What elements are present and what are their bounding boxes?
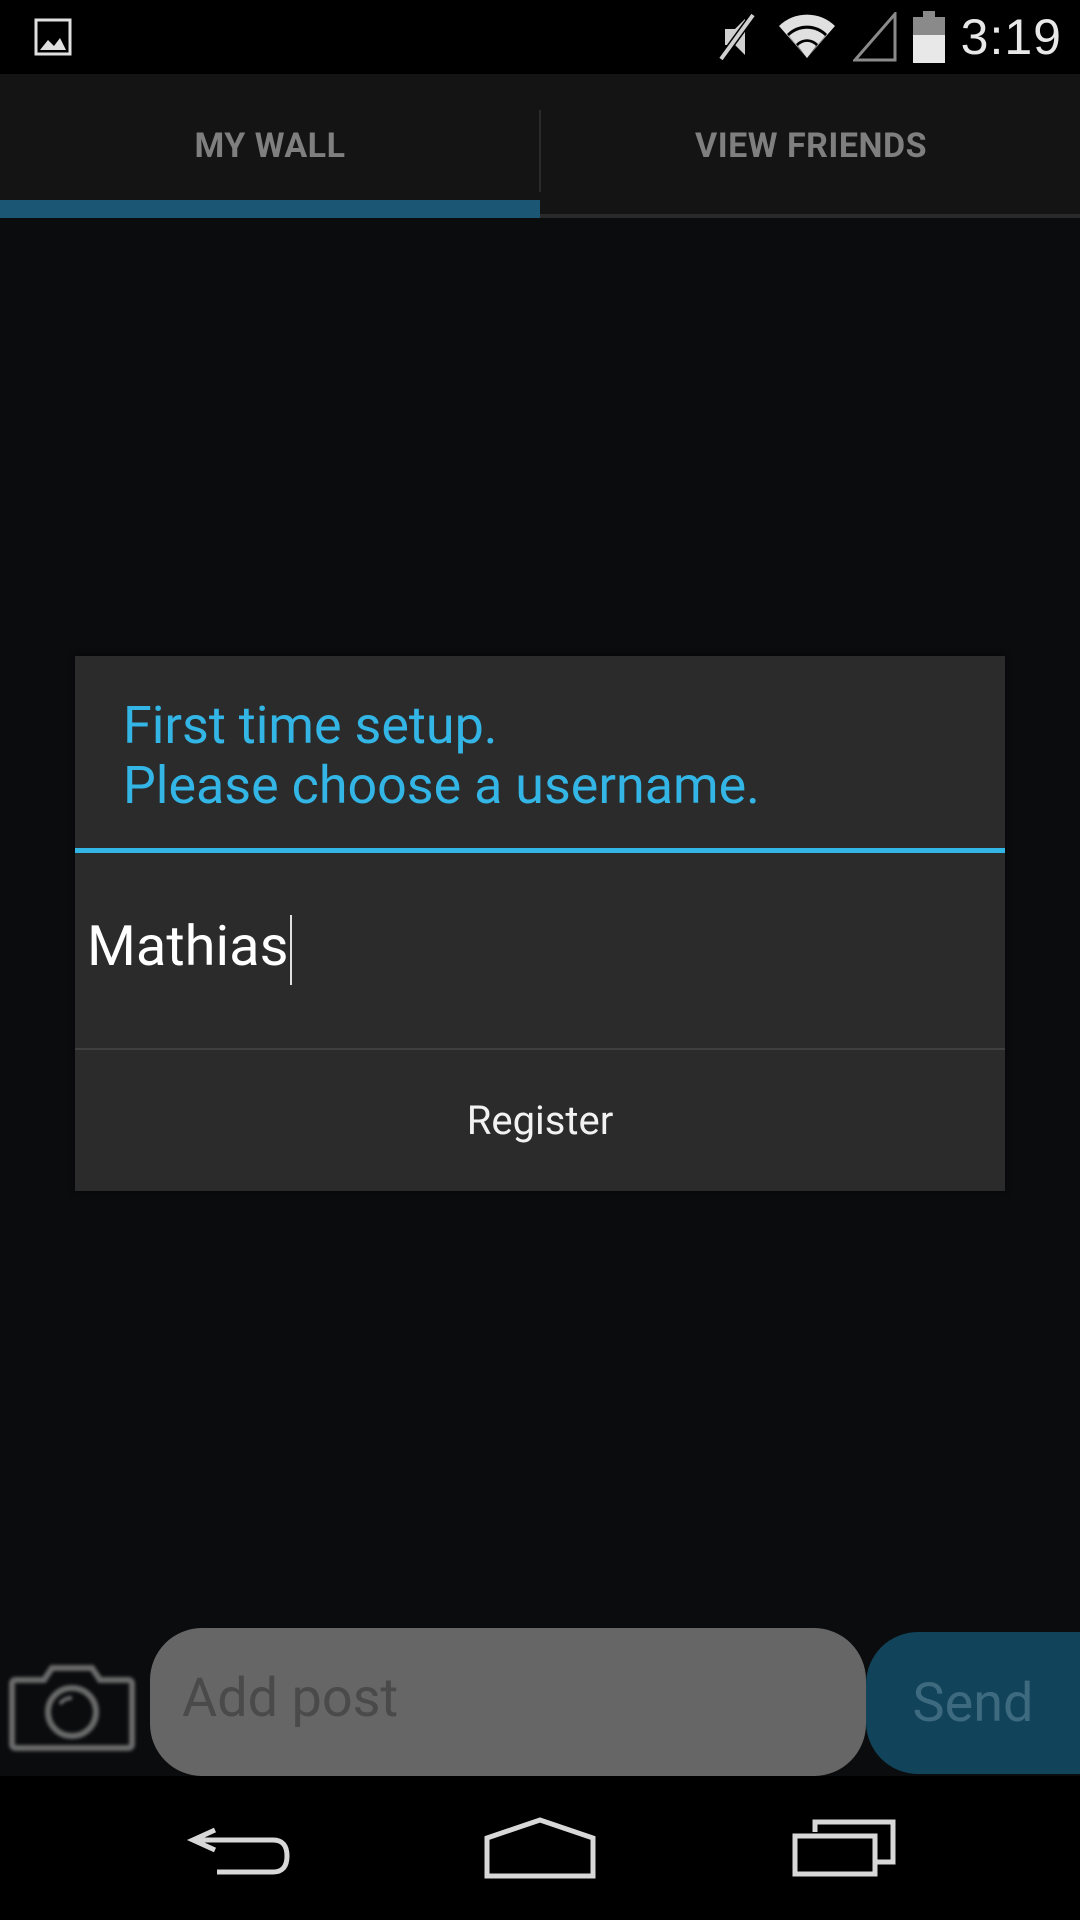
recent-apps-button[interactable] (744, 1776, 944, 1920)
text-cursor (289, 915, 292, 986)
wifi-icon (778, 14, 835, 59)
dialog-title: First time setup. Please choose a userna… (123, 696, 963, 816)
battery-icon (912, 11, 945, 63)
dialog-title-divider (75, 848, 1005, 853)
dialog-title-line-1: First time setup. (123, 695, 498, 756)
username-input[interactable]: Mathias (87, 896, 987, 996)
tab-view-friends[interactable]: VIEW FRIENDS (541, 74, 1080, 218)
username-dialog: First time setup. Please choose a userna… (75, 656, 1005, 1191)
send-button[interactable]: Send (866, 1632, 1080, 1774)
register-button[interactable]: Register (75, 1050, 1005, 1191)
navigation-bar (0, 1776, 1080, 1920)
back-icon (186, 1827, 290, 1875)
home-button[interactable] (440, 1776, 640, 1920)
back-button[interactable] (140, 1776, 340, 1920)
mute-icon (717, 12, 756, 62)
status-bar: 3:19 (0, 0, 1080, 74)
dialog-title-line-2: Please choose a username. (123, 755, 760, 816)
tab-selected-indicator (0, 200, 540, 218)
post-bar: Add post Send (0, 1626, 1080, 1776)
add-post-input[interactable]: Add post (150, 1628, 866, 1776)
username-input-value: Mathias (87, 913, 289, 979)
image-notification-icon (34, 18, 72, 56)
tab-bar: MY WALL VIEW FRIENDS (0, 74, 1080, 218)
status-time: 3:19 (960, 9, 1062, 65)
app-screen: 3:19 MY WALL VIEW FRIENDS First time set… (0, 0, 1080, 1920)
status-icons: 3:19 (713, 0, 1062, 74)
tab-my-wall[interactable]: MY WALL (0, 74, 540, 218)
tab-bottom-divider (540, 214, 1080, 218)
signal-icon (852, 12, 897, 62)
recent-apps-icon (792, 1819, 896, 1877)
camera-icon[interactable] (6, 1658, 138, 1754)
home-icon (484, 1817, 596, 1879)
